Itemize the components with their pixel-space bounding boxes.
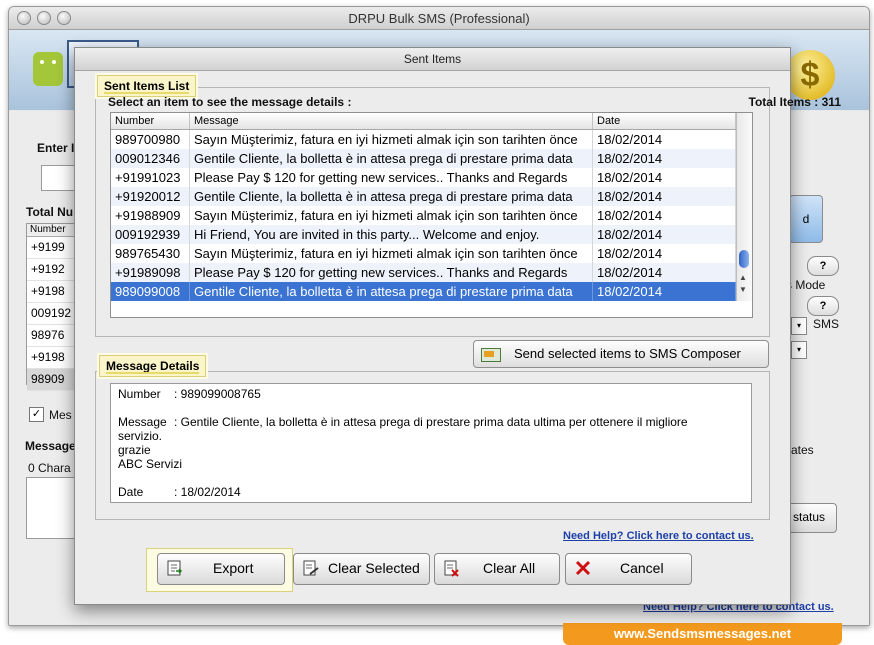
dialog-titlebar: Sent Items bbox=[75, 48, 790, 71]
send-to-composer-label: Send selected items to SMS Composer bbox=[514, 346, 741, 361]
clear-all-icon bbox=[444, 560, 459, 577]
table-vertical-scrollbar[interactable]: ▲ ▼ bbox=[736, 113, 752, 301]
detail-message-line-3: grazie bbox=[118, 443, 151, 457]
detail-number: Number: 989099008765 bbox=[118, 387, 261, 401]
export-button[interactable]: Export bbox=[157, 553, 285, 585]
main-window-title: DRPU Bulk SMS (Professional) bbox=[348, 11, 530, 26]
detail-message: Message: Gentile Cliente, la bolletta è … bbox=[118, 415, 688, 429]
cell-date: 18/02/2014 bbox=[593, 282, 736, 301]
dollar-coin-icon: $ bbox=[785, 50, 835, 100]
send-envelope-icon bbox=[481, 348, 501, 362]
table-row[interactable]: 009192939 Hi Friend, You are invited in t… bbox=[111, 225, 736, 244]
export-label: Export bbox=[213, 560, 254, 576]
table-row[interactable]: +91991023 Please Pay $ 120 for getting ne… bbox=[111, 168, 736, 187]
clear-all-button[interactable]: Clear All bbox=[434, 553, 560, 585]
column-header-date[interactable]: Date bbox=[593, 113, 736, 129]
cell-date: 18/02/2014 bbox=[593, 206, 736, 225]
cell-number: 989099008 bbox=[111, 282, 190, 301]
character-count: 0 Chara bbox=[28, 461, 71, 475]
sent-items-table[interactable]: Number Message Date 989700980 Sayın Müşte… bbox=[110, 112, 753, 318]
enter-label: Enter I bbox=[37, 141, 75, 155]
clear-selected-label: Clear Selected bbox=[328, 560, 420, 576]
cell-date: 18/02/2014 bbox=[593, 225, 736, 244]
cell-number: +91988909 bbox=[111, 206, 190, 225]
website-banner: www.Sendsmsmessages.net bbox=[563, 623, 842, 645]
detail-date: Date: 18/02/2014 bbox=[118, 485, 241, 499]
cell-number: 009192939 bbox=[111, 225, 190, 244]
cell-message: Please Pay $ 120 for getting new service… bbox=[190, 263, 593, 282]
cell-message: Gentile Cliente, la bolletta è in attesa… bbox=[190, 282, 593, 301]
column-header-message[interactable]: Message bbox=[190, 113, 593, 129]
send-to-composer-button[interactable]: Send selected items to SMS Composer bbox=[473, 340, 769, 368]
cell-message: Sayın Müşterimiz, fatura en iyi hizmeti … bbox=[190, 130, 593, 149]
message-details-panel: Number: 989099008765 Message: Gentile Cl… bbox=[110, 383, 752, 503]
scrollbar-thumb[interactable] bbox=[739, 250, 749, 268]
help-question-button-2[interactable]: ? bbox=[807, 296, 839, 316]
cell-number: 009012346 bbox=[111, 149, 190, 168]
cell-date: 18/02/2014 bbox=[593, 244, 736, 263]
cell-number: 989700980 bbox=[111, 130, 190, 149]
main-titlebar: DRPU Bulk SMS (Professional) bbox=[9, 7, 869, 30]
cell-number: 989765430 bbox=[111, 244, 190, 263]
dialog-help-link[interactable]: Need Help? Click here to contact us. bbox=[563, 530, 754, 542]
message-checkbox[interactable]: ✓ bbox=[29, 407, 44, 422]
clear-selected-button[interactable]: Clear Selected bbox=[293, 553, 430, 585]
cell-message: Please Pay $ 120 for getting new service… bbox=[190, 168, 593, 187]
cell-message: Hi Friend, You are invited in this party… bbox=[190, 225, 593, 244]
list-hint: Select an item to see the message detail… bbox=[108, 95, 352, 109]
sent-items-list-title: Sent Items List bbox=[97, 75, 197, 97]
message-label: Message bbox=[25, 439, 76, 453]
sms-label: SMS bbox=[813, 317, 840, 331]
clear-selected-icon bbox=[303, 560, 319, 576]
cell-number: +91989098 bbox=[111, 263, 190, 282]
total-numbers-label: Total Nu bbox=[26, 205, 74, 219]
table-row[interactable]: +91988909 Sayın Müşterimiz, fatura en iyi… bbox=[111, 206, 736, 225]
table-row[interactable]: 989099008 Gentile Cliente, la bolletta è … bbox=[111, 282, 736, 301]
sms-type-dropdown[interactable]: ▾ bbox=[791, 317, 807, 335]
message-details-title: Message Details bbox=[99, 355, 207, 377]
cell-date: 18/02/2014 bbox=[593, 168, 736, 187]
cancel-label: Cancel bbox=[620, 560, 664, 576]
cell-date: 18/02/2014 bbox=[593, 149, 736, 168]
clear-all-label: Clear All bbox=[483, 560, 536, 576]
cell-date: 18/02/2014 bbox=[593, 130, 736, 149]
send-button-partial[interactable]: d bbox=[789, 195, 823, 243]
sms-mode-label: s Mode bbox=[786, 278, 826, 292]
table-row[interactable]: 009012346 Gentile Cliente, la bolletta è … bbox=[111, 149, 736, 168]
cancel-x-icon bbox=[575, 560, 591, 576]
table-row[interactable]: 989765430 Sayın Müşterimiz, fatura en iyi… bbox=[111, 244, 736, 263]
total-items-count: Total Items : 311 bbox=[748, 95, 841, 109]
cell-number: +91991023 bbox=[111, 168, 190, 187]
table-row[interactable]: +91920012 Gentile Cliente, la bolletta è … bbox=[111, 187, 736, 206]
cell-message: Sayın Müşterimiz, fatura en iyi hizmeti … bbox=[190, 244, 593, 263]
table-row[interactable]: 989700980 Sayın Müşterimiz, fatura en iyi… bbox=[111, 130, 736, 149]
cancel-button[interactable]: Cancel bbox=[565, 553, 692, 585]
android-icon bbox=[33, 52, 63, 86]
help-question-button-1[interactable]: ? bbox=[807, 256, 839, 276]
detail-message-line-2: servizio. bbox=[118, 429, 163, 443]
scroll-down-arrow-icon[interactable]: ▼ bbox=[739, 285, 747, 294]
cell-message: Gentile Cliente, la bolletta è in attesa… bbox=[190, 149, 593, 168]
dialog-title: Sent Items bbox=[403, 52, 462, 66]
cell-number: +91920012 bbox=[111, 187, 190, 206]
column-header-number[interactable]: Number bbox=[111, 113, 190, 129]
detail-message-line-4: ABC Servizi bbox=[118, 457, 183, 471]
cell-message: Sayın Müşterimiz, fatura en iyi hizmeti … bbox=[190, 206, 593, 225]
table-row[interactable]: +91989098 Please Pay $ 120 for getting ne… bbox=[111, 263, 736, 282]
cell-date: 18/02/2014 bbox=[593, 263, 736, 282]
table-header: Number Message Date bbox=[111, 113, 736, 130]
cell-message: Gentile Cliente, la bolletta è in attesa… bbox=[190, 187, 593, 206]
scroll-up-arrow-icon[interactable]: ▲ bbox=[739, 273, 747, 282]
export-icon bbox=[167, 560, 183, 576]
message-checkbox-label: Mes bbox=[49, 408, 72, 422]
option-dropdown[interactable]: ▾ bbox=[791, 341, 807, 359]
cell-date: 18/02/2014 bbox=[593, 187, 736, 206]
templates-label: ates bbox=[791, 443, 814, 457]
